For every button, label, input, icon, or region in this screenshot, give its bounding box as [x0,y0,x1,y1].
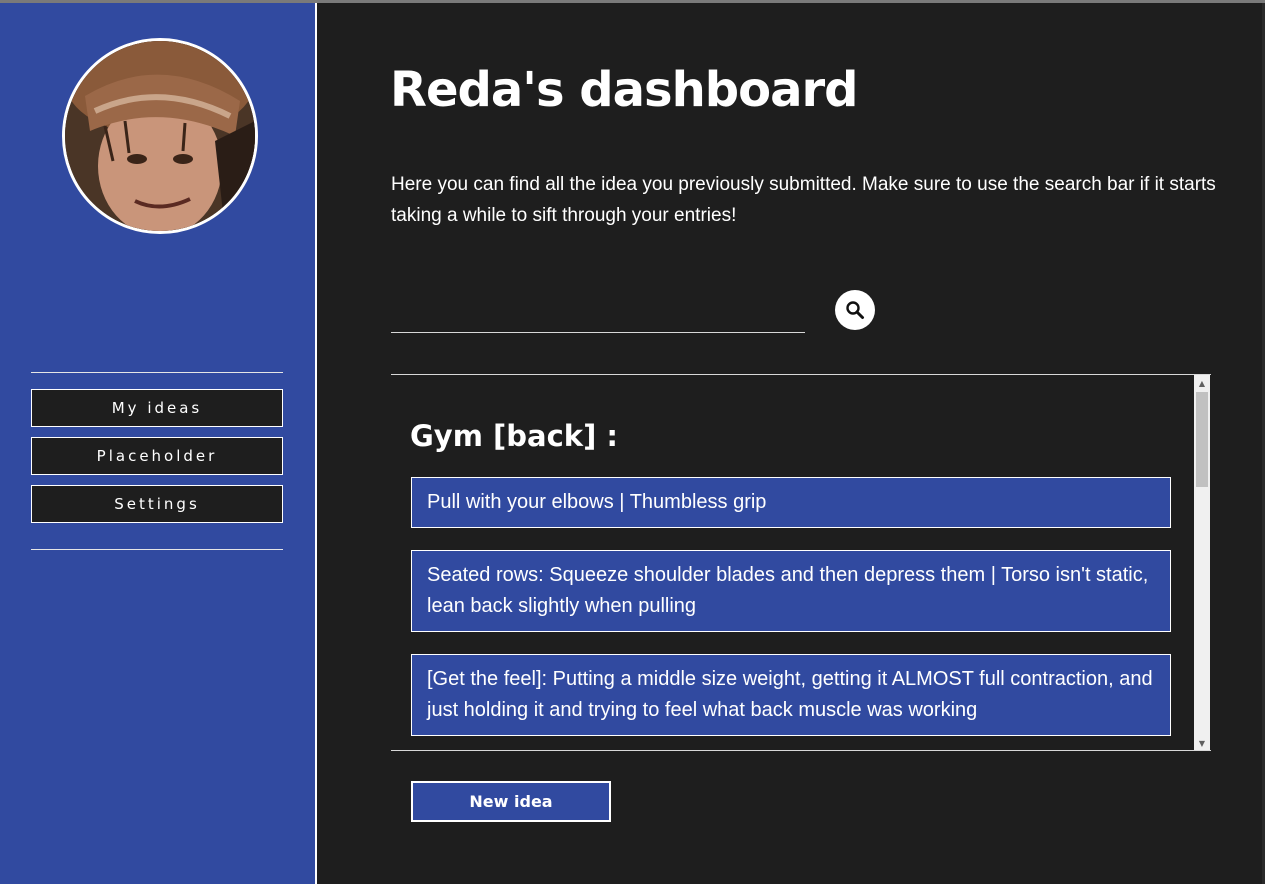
search-button[interactable] [835,290,875,330]
nav-item-placeholder[interactable]: Placeholder [31,437,283,475]
page-intro: Here you can find all the idea you previ… [391,174,1216,226]
scrollbar-thumb[interactable] [1196,392,1208,487]
nav-divider-top [31,372,283,373]
scroll-up-arrow-icon[interactable]: ▲ [1194,375,1210,391]
idea-card[interactable]: [Get the feel]: Putting a middle size we… [411,654,1171,736]
scroll-down-arrow-icon[interactable]: ▼ [1194,735,1210,750]
ideas-panel[interactable]: Gym [back] : Pull with your elbows | Thu… [391,374,1211,751]
idea-category-title: Gym [back] : [410,419,619,453]
nav-item-settings[interactable]: Settings [31,485,283,523]
page-title: Reda's dashboard [390,62,858,118]
panel-scrollbar[interactable]: ▲ ▼ [1194,375,1210,750]
new-idea-button[interactable]: New idea [411,781,611,822]
search-icon [846,301,864,319]
avatar [62,38,258,234]
search-input[interactable] [391,300,805,333]
idea-card[interactable]: Pull with your elbows | Thumbless grip [411,477,1171,528]
user-photo-icon [65,41,255,231]
sidebar: My ideas Placeholder Settings [0,3,315,884]
sidebar-divider [315,3,317,884]
nav-item-my-ideas[interactable]: My ideas [31,389,283,427]
nav-divider-bottom [31,549,283,550]
idea-card[interactable]: Seated rows: Squeeze shoulder blades and… [411,550,1171,632]
